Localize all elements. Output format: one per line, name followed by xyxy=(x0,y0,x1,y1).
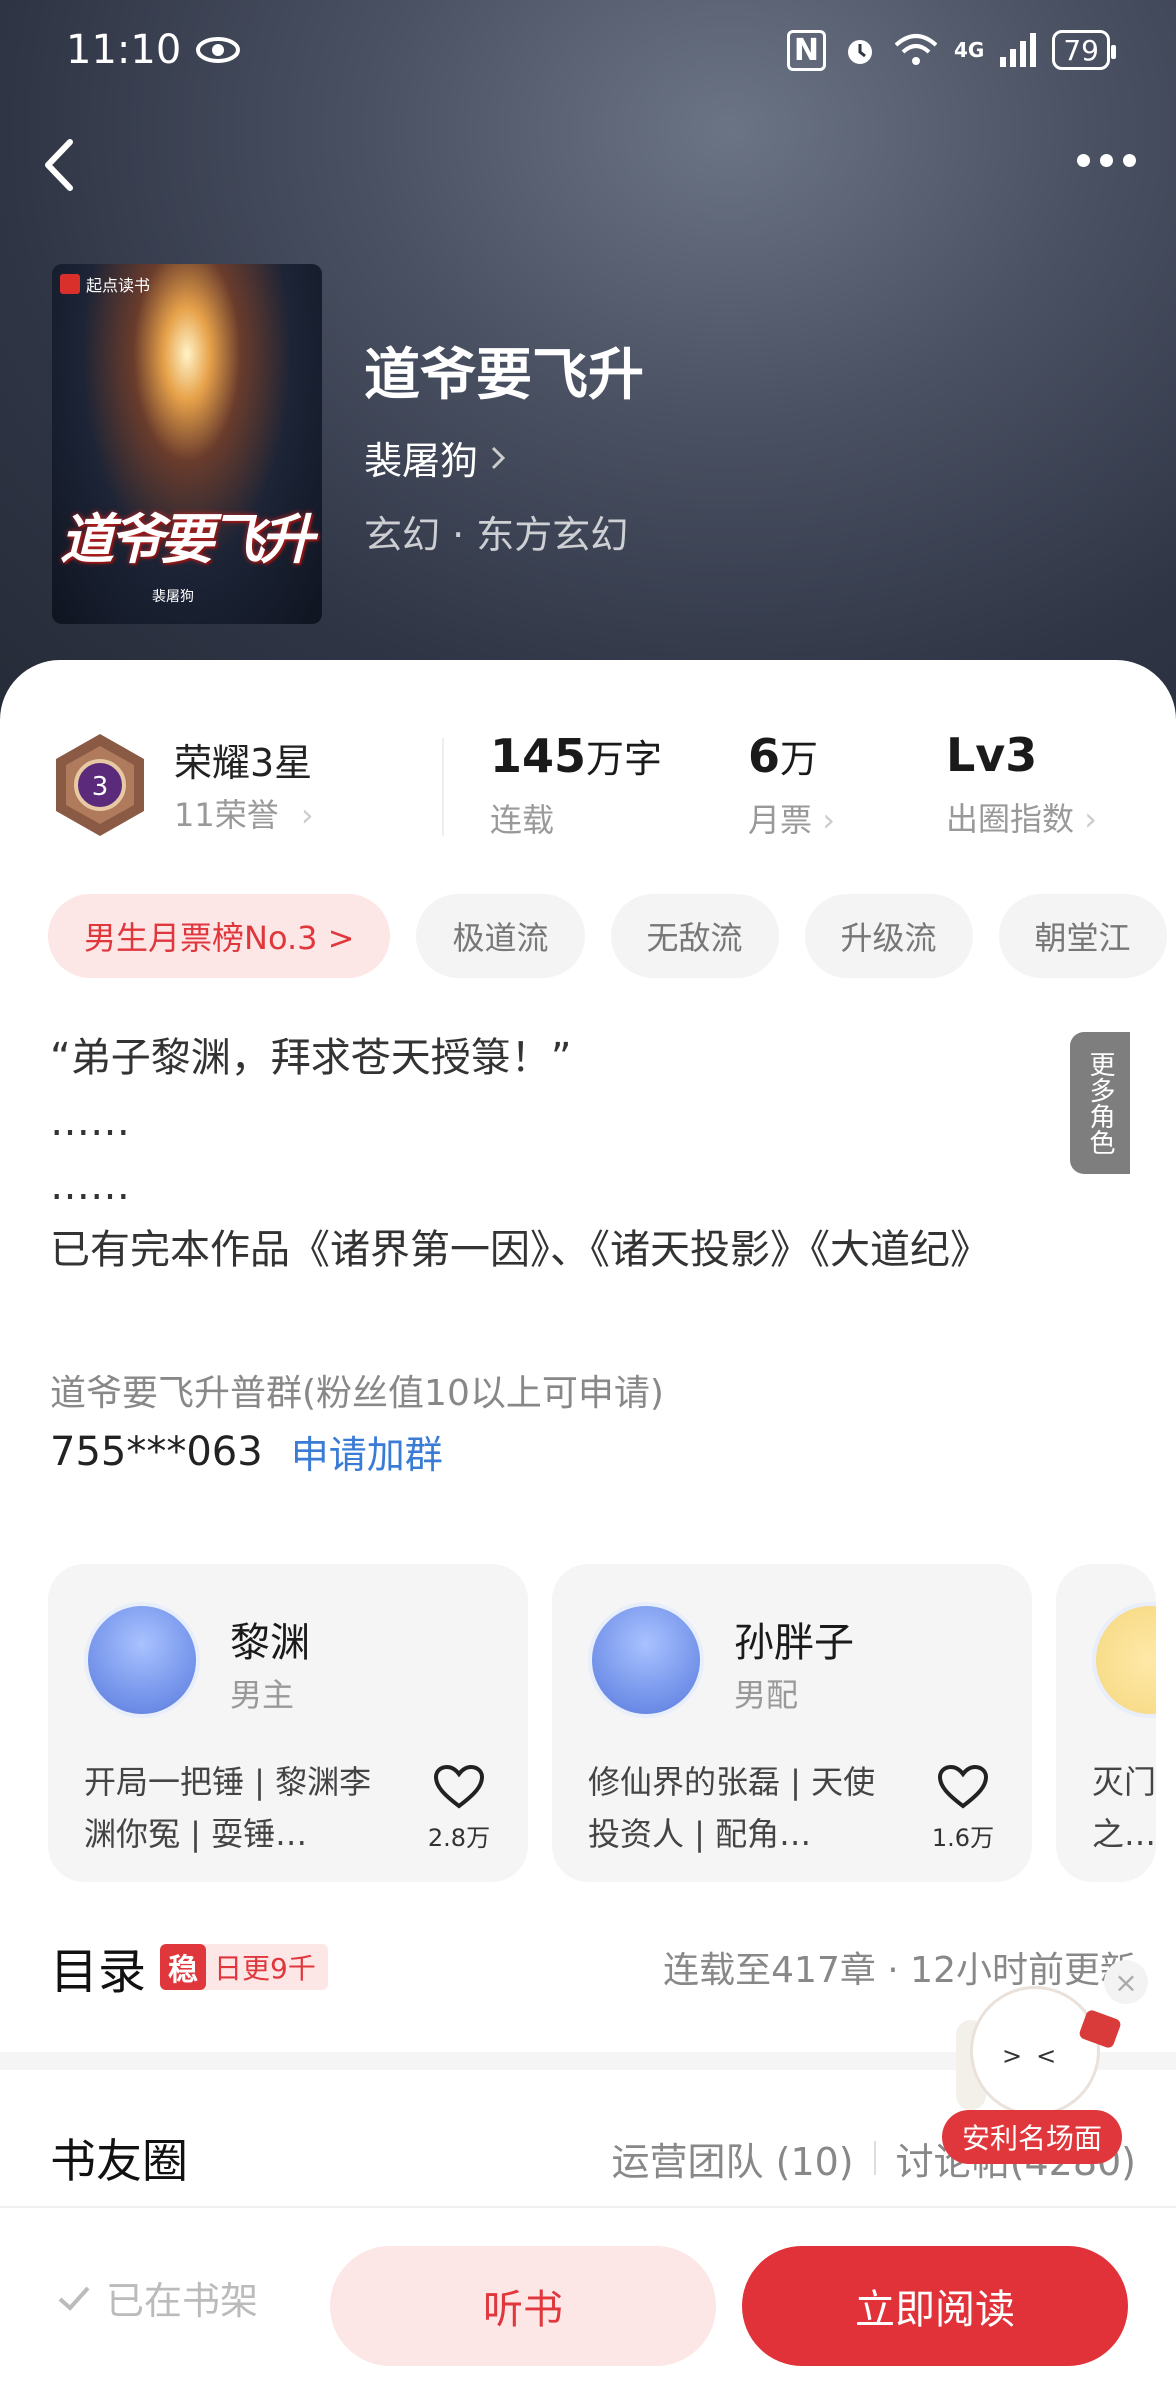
character-desc: 灭门之…一大哥 xyxy=(1092,1763,1156,1853)
nfc-icon: N xyxy=(786,29,827,71)
status-bar: 11:10 N 4G 79 xyxy=(66,24,1116,76)
like-count: 1.6万 xyxy=(931,1824,995,1852)
cover-title: 道爷要飞升 xyxy=(60,507,314,571)
read-now-button[interactable]: 立即阅读 xyxy=(742,2246,1128,2366)
chevron-right-icon xyxy=(491,446,506,469)
status-time: 11:10 xyxy=(66,27,182,73)
word-count-label: 连载 xyxy=(490,801,555,839)
like-button[interactable]: 2.8万 xyxy=(424,1764,494,1853)
update-badge: 稳 日更9千 xyxy=(160,1944,328,1990)
fan-group-number: 755***063 xyxy=(50,1428,263,1475)
on-shelf-label: 已在书架 xyxy=(106,2279,259,2323)
book-title: 道爷要飞升 xyxy=(364,342,644,408)
popularity-index-label: 出圈指数 xyxy=(946,800,1075,838)
tag-row: 男生月票榜No.3 > 极道流 无敌流 升级流 朝堂江 xyxy=(48,894,1167,978)
character-avatar xyxy=(1092,1602,1156,1718)
honor-medal-icon: 3 xyxy=(56,734,144,836)
book-genre: 玄幻 · 东方玄幻 xyxy=(364,513,629,557)
more-menu-button[interactable] xyxy=(1066,140,1146,180)
book-cover[interactable]: 起点读书 道爷要飞升 裴屠狗 xyxy=(52,264,322,624)
heart-icon xyxy=(433,1764,485,1809)
popularity-index-stat[interactable]: Lv3 出圈指数 › xyxy=(946,728,1097,840)
network-label: 4G xyxy=(954,38,985,62)
tag-rank[interactable]: 男生月票榜No.3 > xyxy=(48,894,391,978)
monthly-ticket-value: 6 xyxy=(748,729,781,783)
character-name: 孙胖子 xyxy=(734,1620,854,1666)
character-list: 黎渊 男主 开局一把锤 | 黎渊李渊你冤 | 耍锤… 2.8万 孙胖子 男配 修… xyxy=(48,1564,1176,1884)
popularity-index-value: Lv3 xyxy=(946,728,1038,782)
character-avatar xyxy=(84,1602,200,1718)
publisher-logo-icon xyxy=(60,274,80,294)
character-card[interactable]: 灭门之…一大哥 xyxy=(1056,1564,1156,1882)
mascot-widget[interactable]: >< 安利名场面 xyxy=(942,1980,1128,2170)
update-badge-text: 日更9千 xyxy=(214,1952,316,1985)
like-button[interactable]: 1.6万 xyxy=(928,1764,998,1853)
battery-indicator: 79 xyxy=(1052,30,1116,70)
stable-update-icon: 稳 xyxy=(160,1944,207,1990)
more-dot-icon xyxy=(1099,153,1113,167)
divider xyxy=(442,738,444,836)
character-role: 男配 xyxy=(734,1676,799,1714)
monthly-ticket-unit: 万 xyxy=(780,737,819,781)
book-header: 11:10 N 4G 79 起点读书 道爷要飞升 裴屠狗 道爷要飞升 裴屠狗 玄… xyxy=(0,0,1176,720)
chevron-right-icon: › xyxy=(822,801,835,839)
tag-item[interactable]: 朝堂江 xyxy=(998,894,1167,978)
tag-item[interactable]: 无敌流 xyxy=(610,894,779,978)
character-card[interactable]: 孙胖子 男配 修仙界的张磊 | 天使投资人 | 配角… 1.6万 xyxy=(552,1564,1032,1882)
alarm-icon xyxy=(848,40,873,64)
check-icon xyxy=(58,2286,90,2311)
cover-publisher: 起点读书 xyxy=(86,276,151,295)
chevron-right-icon: › xyxy=(1084,800,1097,838)
word-count-value: 145 xyxy=(490,729,587,783)
honor-title: 荣耀3星 xyxy=(174,741,313,785)
character-desc: 修仙界的张磊 | 天使投资人 | 配角… xyxy=(588,1763,876,1853)
more-characters-button[interactable]: 更多角色 xyxy=(1070,1032,1130,1174)
author-link[interactable]: 裴屠狗 xyxy=(364,430,506,485)
honor-count: 11荣誉 › xyxy=(174,796,314,834)
wifi-icon xyxy=(894,34,938,65)
author-name: 裴屠狗 xyxy=(364,439,479,483)
tag-item[interactable]: 升级流 xyxy=(804,894,973,978)
on-shelf-indicator: 已在书架 xyxy=(56,2270,258,2325)
character-role: 男主 xyxy=(230,1676,295,1714)
word-count-unit: 万字 xyxy=(586,737,663,781)
circle-title: 书友圈 xyxy=(50,2134,188,2188)
like-count: 2.8万 xyxy=(427,1824,491,1852)
more-dot-icon xyxy=(1122,153,1136,167)
chevron-right-icon: › xyxy=(300,796,314,834)
tag-item[interactable]: 极道流 xyxy=(416,894,585,978)
character-avatar xyxy=(588,1602,704,1718)
ops-team-link[interactable]: 运营团队 (10) xyxy=(612,2131,854,2186)
close-icon[interactable]: × xyxy=(1104,1960,1148,2004)
character-card[interactable]: 黎渊 男主 开局一把锤 | 黎渊李渊你冤 | 耍锤… 2.8万 xyxy=(48,1564,528,1882)
toc-title: 目录 xyxy=(50,1944,147,2000)
cover-author: 裴屠狗 xyxy=(152,589,194,605)
apply-join-link[interactable]: 申请加群 xyxy=(291,1424,443,1479)
heart-icon xyxy=(937,1764,989,1809)
mascot-eyes: >< xyxy=(1002,2042,1071,2070)
bottom-action-bar: 已在书架 听书 立即阅读 xyxy=(0,2206,1176,2400)
eye-icon xyxy=(196,37,241,63)
character-desc: 开局一把锤 | 黎渊李渊你冤 | 耍锤… xyxy=(84,1763,372,1853)
monthly-ticket-stat[interactable]: 6万 月票 › xyxy=(748,728,835,841)
back-button[interactable] xyxy=(30,130,90,200)
divider xyxy=(873,2141,876,2175)
more-dot-icon xyxy=(1076,153,1090,167)
book-intro[interactable]: “弟子黎渊，拜求苍天授箓！” …… …… 已有完本作品《诸界第一因》、《诸天投影… xyxy=(50,1026,1130,1282)
stats-row: 3 荣耀3星 11荣誉 › 145万字 连载 6万 月票 › Lv3 出圈指数 … xyxy=(50,720,1136,850)
monthly-ticket-label: 月票 xyxy=(748,801,813,839)
listen-button[interactable]: 听书 xyxy=(330,2246,716,2366)
fan-group-name: 道爷要飞升普群(粉丝值10以上可申请) xyxy=(50,1373,664,1414)
signal-icon xyxy=(1000,33,1037,67)
word-count-stat: 145万字 连载 xyxy=(490,728,662,841)
fan-group-row: 755***063 申请加群 xyxy=(50,1424,443,1479)
character-name: 黎渊 xyxy=(230,1620,310,1666)
mascot-label: 安利名场面 xyxy=(942,2110,1123,2164)
medal-level: 3 xyxy=(92,772,109,802)
chevron-left-icon xyxy=(45,139,73,191)
